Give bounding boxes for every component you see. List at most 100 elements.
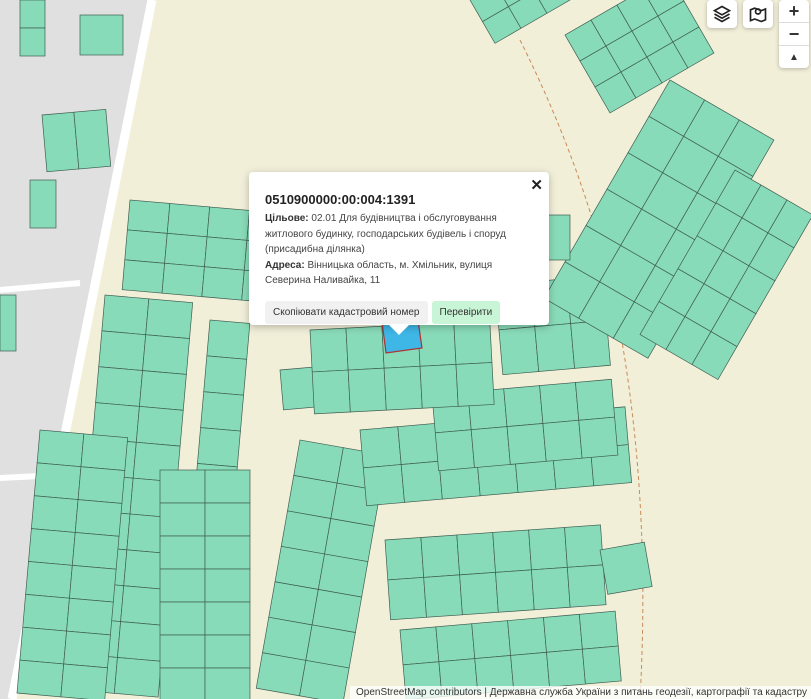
- parcel[interactable]: [510, 651, 550, 691]
- parcel[interactable]: [311, 369, 351, 415]
- parcel[interactable]: [98, 330, 147, 371]
- parcel[interactable]: [159, 667, 206, 699]
- parcel[interactable]: [471, 620, 512, 659]
- parcel[interactable]: [117, 621, 165, 662]
- parcel[interactable]: [578, 610, 619, 650]
- parcel[interactable]: [204, 568, 251, 603]
- parcel[interactable]: [255, 652, 307, 697]
- parcel[interactable]: [164, 232, 208, 268]
- zoom-out-button[interactable]: −: [779, 23, 809, 46]
- parcel[interactable]: [19, 27, 46, 57]
- parcel[interactable]: [36, 429, 85, 468]
- parcel[interactable]: [200, 391, 244, 432]
- parcel[interactable]: [495, 569, 535, 613]
- parcel[interactable]: [204, 469, 251, 504]
- parcel[interactable]: [309, 327, 349, 373]
- copy-cadastral-button[interactable]: Скопіювати кадастровий номер: [265, 300, 428, 324]
- parcel[interactable]: [507, 617, 547, 656]
- parcel[interactable]: [73, 109, 112, 170]
- parcel[interactable]: [204, 236, 248, 271]
- parcel[interactable]: [159, 601, 206, 636]
- parcel[interactable]: [546, 648, 586, 688]
- parcel[interactable]: [206, 319, 251, 360]
- parcel[interactable]: [145, 298, 194, 339]
- parcel[interactable]: [113, 657, 162, 698]
- parcel[interactable]: [531, 566, 571, 611]
- parcel[interactable]: [80, 433, 129, 471]
- parcel[interactable]: [127, 199, 171, 234]
- parcel[interactable]: [41, 111, 80, 173]
- parcel[interactable]: [456, 532, 496, 576]
- layers-button[interactable]: [707, 0, 737, 28]
- parcel[interactable]: [384, 537, 425, 581]
- parcel[interactable]: [347, 367, 387, 413]
- parcel[interactable]: [599, 541, 653, 595]
- parcel[interactable]: [124, 229, 168, 264]
- parcel[interactable]: [453, 320, 493, 365]
- parcel[interactable]: [417, 322, 457, 367]
- parcel[interactable]: [19, 626, 67, 665]
- parcel[interactable]: [101, 294, 150, 336]
- parcel[interactable]: [0, 294, 17, 352]
- parcel[interactable]: [564, 524, 604, 568]
- parcel[interactable]: [204, 535, 251, 570]
- parcel[interactable]: [19, 0, 46, 29]
- parcel[interactable]: [159, 502, 206, 537]
- parcel[interactable]: [206, 206, 250, 241]
- parcel[interactable]: [139, 370, 187, 411]
- map-button[interactable]: [743, 0, 773, 28]
- check-button[interactable]: Перевірити: [431, 300, 501, 324]
- parcel[interactable]: [161, 262, 205, 298]
- parcel[interactable]: [16, 659, 65, 698]
- parcel[interactable]: [74, 499, 123, 537]
- parcel[interactable]: [575, 378, 616, 421]
- parcel[interactable]: [22, 593, 70, 632]
- parcel[interactable]: [204, 634, 251, 669]
- parcel[interactable]: [503, 385, 544, 427]
- parcel[interactable]: [498, 326, 540, 376]
- parcel[interactable]: [69, 564, 117, 603]
- parcel[interactable]: [159, 634, 206, 669]
- parcel[interactable]: [159, 469, 206, 504]
- reset-north-button[interactable]: ▲: [779, 46, 809, 68]
- parcel[interactable]: [470, 426, 511, 468]
- parcel[interactable]: [506, 423, 547, 465]
- parcel[interactable]: [25, 561, 73, 599]
- parcel[interactable]: [204, 601, 251, 636]
- parcel[interactable]: [60, 663, 108, 699]
- osm-link[interactable]: OpenStreetMap contributors: [356, 687, 482, 698]
- parcel[interactable]: [121, 259, 165, 294]
- parcel[interactable]: [159, 535, 206, 570]
- parcel[interactable]: [66, 597, 114, 636]
- parcel[interactable]: [399, 626, 440, 666]
- parcel[interactable]: [423, 574, 463, 618]
- parcel[interactable]: [33, 462, 82, 500]
- parcel[interactable]: [397, 422, 440, 465]
- parcel[interactable]: [581, 645, 622, 685]
- parcel[interactable]: [71, 532, 120, 570]
- parcel[interactable]: [79, 14, 124, 56]
- parcel[interactable]: [159, 568, 206, 603]
- parcel[interactable]: [387, 577, 427, 621]
- parcel[interactable]: [492, 529, 532, 573]
- parcel[interactable]: [77, 466, 126, 504]
- parcel[interactable]: [95, 366, 143, 407]
- parcel[interactable]: [539, 382, 580, 424]
- parcel[interactable]: [203, 355, 248, 396]
- parcel[interactable]: [542, 419, 583, 462]
- parcel[interactable]: [400, 460, 443, 503]
- parcel[interactable]: [28, 528, 76, 566]
- parcel[interactable]: [362, 464, 405, 507]
- parcel[interactable]: [135, 406, 184, 447]
- parcel[interactable]: [455, 362, 495, 407]
- parcel[interactable]: [459, 571, 499, 616]
- parcel[interactable]: [534, 323, 575, 372]
- parcel[interactable]: [345, 325, 385, 371]
- parcel[interactable]: [566, 564, 607, 608]
- parcel[interactable]: [419, 364, 459, 409]
- zoom-in-button[interactable]: +: [779, 0, 809, 23]
- parcel[interactable]: [528, 527, 568, 571]
- parcel[interactable]: [197, 427, 241, 468]
- parcel[interactable]: [142, 334, 190, 375]
- parcel[interactable]: [420, 534, 460, 578]
